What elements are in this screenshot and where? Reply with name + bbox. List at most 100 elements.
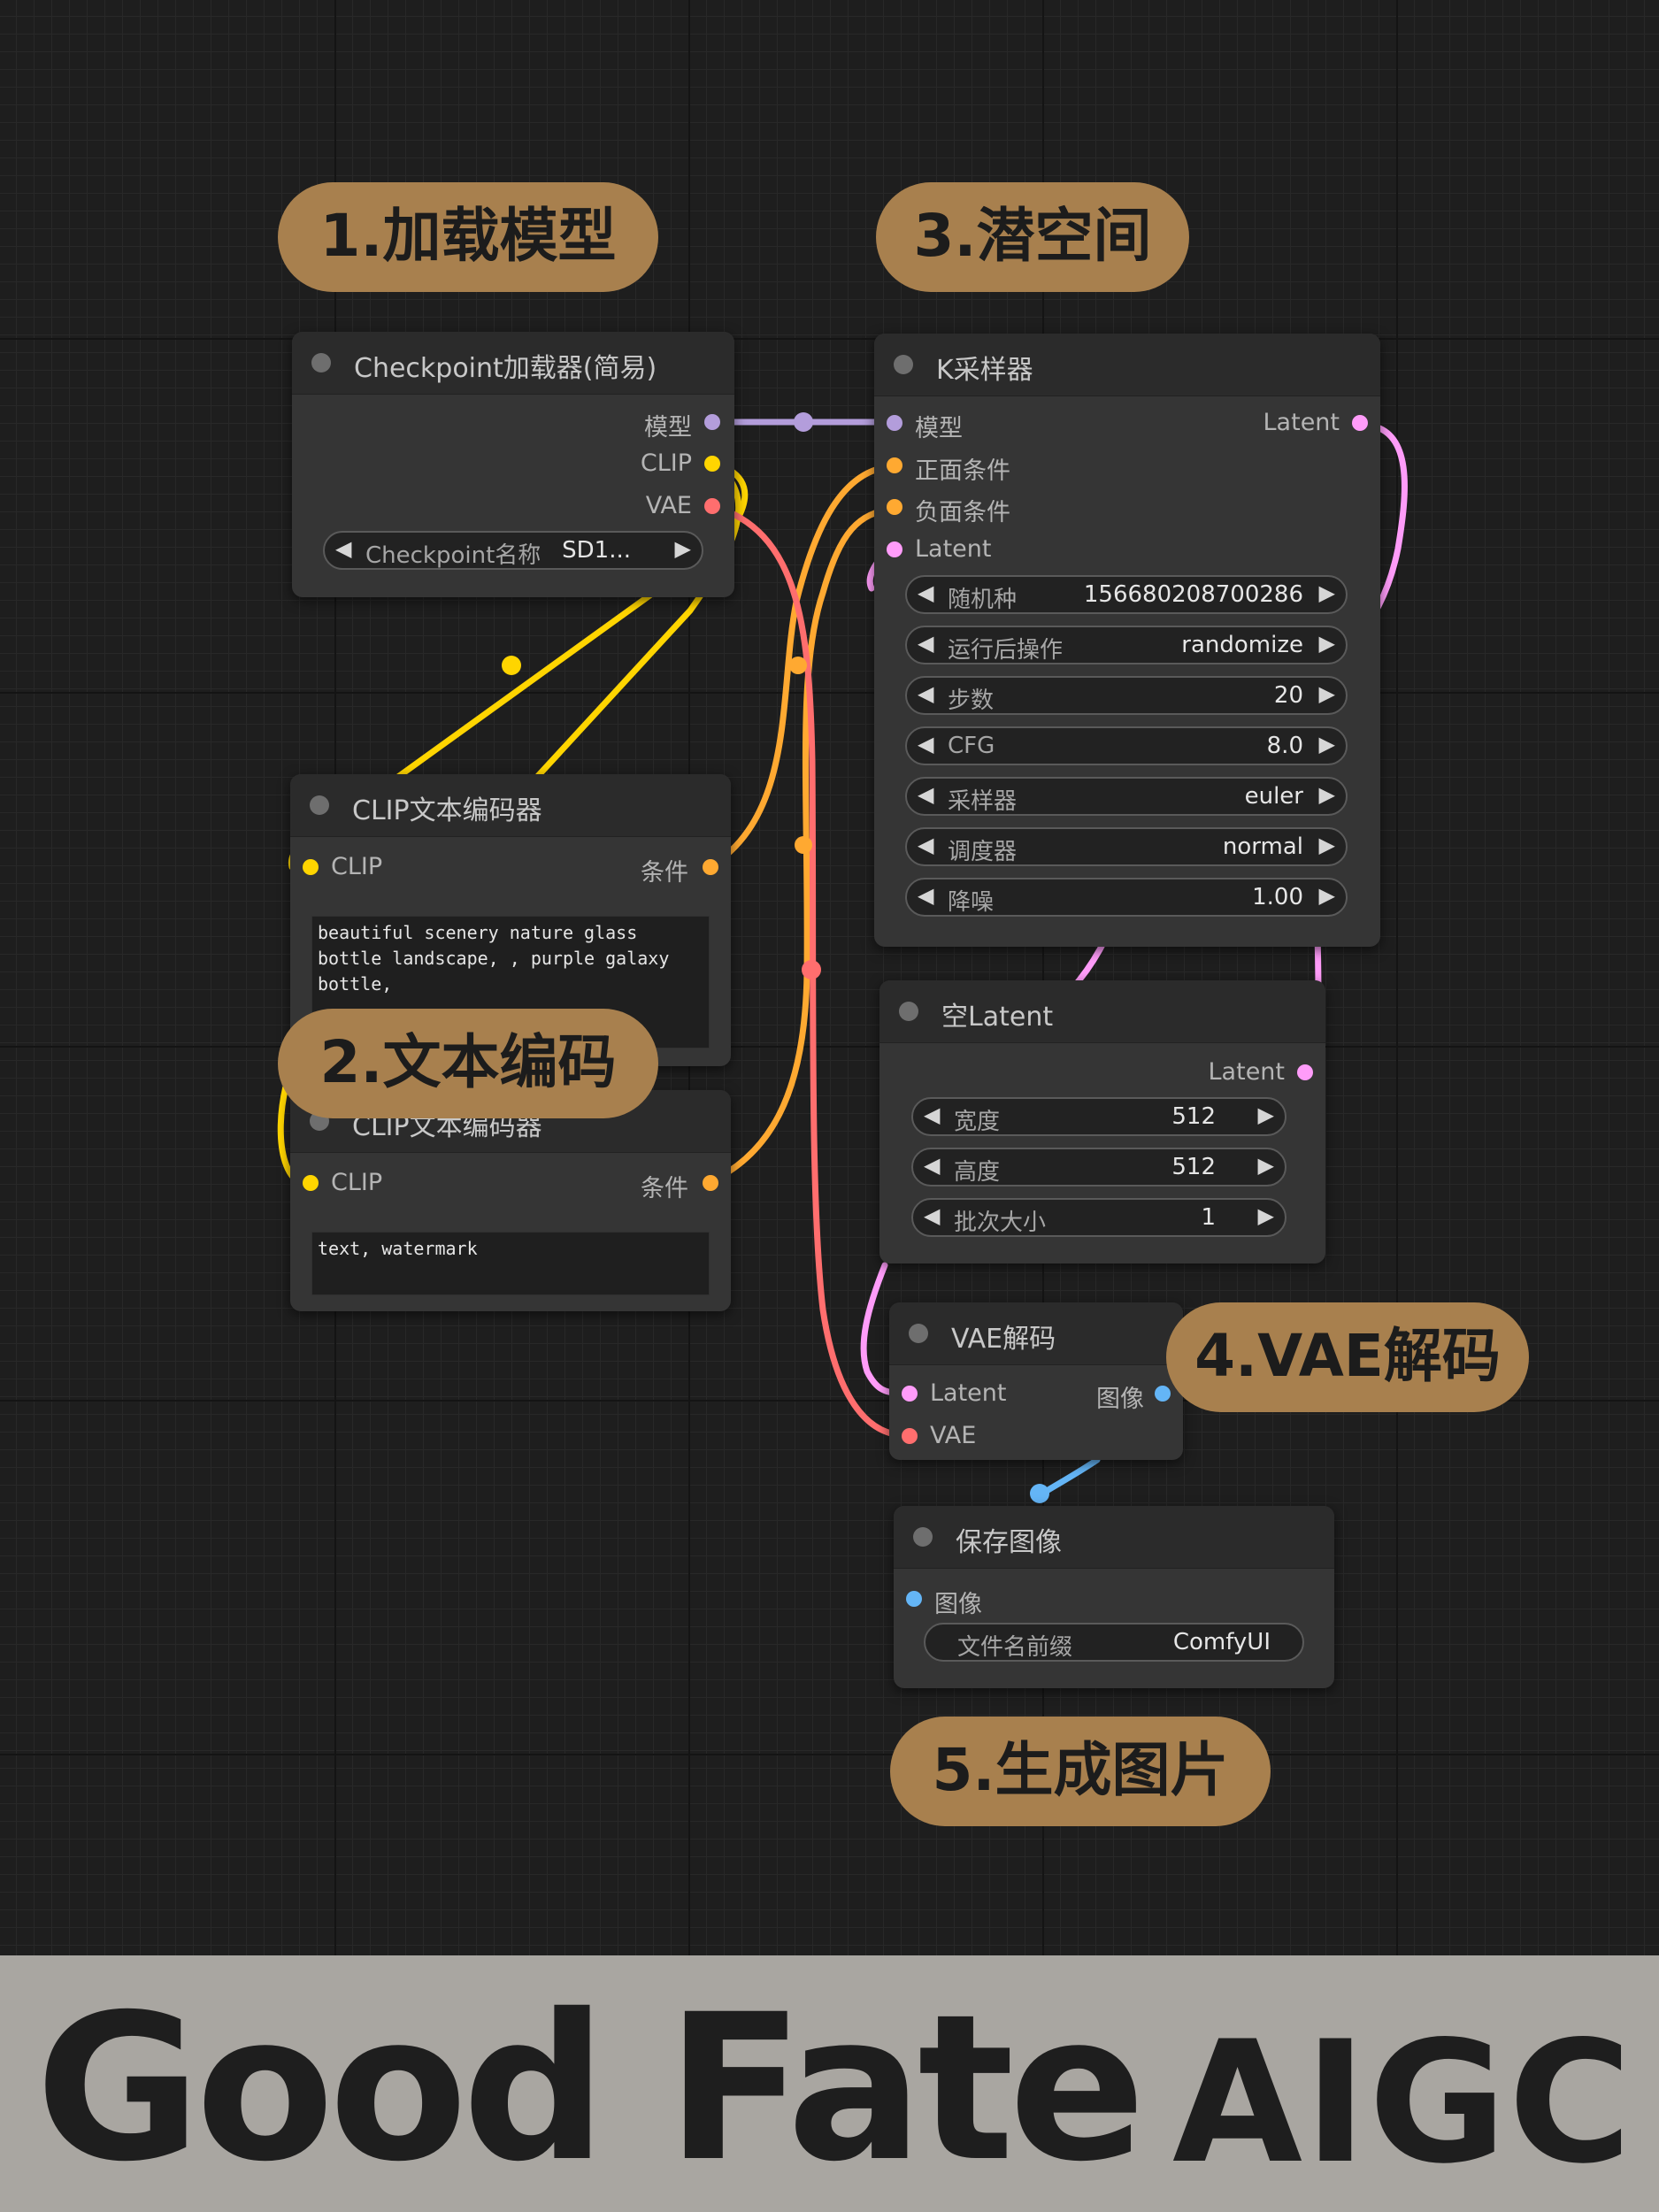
input-label-clip: CLIP [331, 853, 383, 880]
collapse-dot-icon[interactable] [894, 355, 913, 374]
arrow-left-icon[interactable]: ◀ [918, 732, 933, 757]
output-slot-model-icon[interactable] [704, 414, 720, 430]
output-slot-conditioning-icon[interactable] [703, 1175, 718, 1191]
save-image-node[interactable]: 保存图像 图像 文件名前缀 ComfyUI [894, 1506, 1334, 1688]
collapse-dot-icon[interactable] [909, 1324, 928, 1343]
empty-latent-node[interactable]: 空Latent Latent ◀ 宽度 512 ▶ ◀ 高度 512 ▶ ◀ 批… [879, 980, 1325, 1263]
node-header[interactable]: VAE解码 [889, 1302, 1183, 1365]
sampler-widget[interactable]: ◀ 采样器 euler ▶ [905, 777, 1348, 816]
widget-name: 批次大小 [954, 1210, 1047, 1236]
node-header[interactable]: CLIP文本编码器 [290, 774, 731, 837]
arrow-left-icon[interactable]: ◀ [924, 1153, 940, 1178]
arrow-right-icon[interactable]: ▶ [1319, 782, 1335, 807]
output-label-latent: Latent [1208, 1058, 1285, 1086]
steps-widget[interactable]: ◀ 步数 20 ▶ [905, 676, 1348, 715]
filename-prefix-field[interactable]: 文件名前缀 ComfyUI [924, 1623, 1304, 1662]
widget-value: 1 [1201, 1204, 1216, 1231]
arrow-right-icon[interactable]: ▶ [1319, 833, 1335, 857]
arrow-left-icon[interactable]: ◀ [918, 631, 933, 656]
widget-value: 512 [1171, 1103, 1216, 1130]
step-badge-generate-image: 5.生成图片 [890, 1717, 1271, 1826]
checkpoint-name-combo[interactable]: ◀ Checkpoint名称 SD1... ▶ [323, 531, 703, 570]
output-slot-conditioning-icon[interactable] [703, 859, 718, 875]
arrow-right-icon[interactable]: ▶ [1258, 1153, 1274, 1178]
vae-decode-node[interactable]: VAE解码 Latent VAE 图像 [889, 1302, 1183, 1460]
wire-midpoint-image [1030, 1484, 1049, 1503]
input-slot-vae-icon[interactable] [902, 1428, 918, 1444]
width-widget[interactable]: ◀ 宽度 512 ▶ [911, 1097, 1286, 1136]
widget-value: euler [1244, 783, 1303, 810]
wire-midpoint-cond-1 [789, 657, 807, 674]
collapse-dot-icon[interactable] [311, 353, 331, 373]
collapse-dot-icon[interactable] [913, 1527, 933, 1547]
arrow-left-icon[interactable]: ◀ [918, 782, 933, 807]
node-header[interactable]: Checkpoint加载器(简易) [292, 332, 734, 395]
input-slot-clip-icon[interactable] [303, 1175, 319, 1191]
widget-value: 1.00 [1252, 884, 1303, 910]
cfg-widget[interactable]: ◀ CFG 8.0 ▶ [905, 726, 1348, 765]
arrow-right-icon[interactable]: ▶ [1319, 681, 1335, 706]
output-slot-latent-icon[interactable] [1352, 415, 1368, 431]
output-label-conditioning: 条件 [641, 1175, 688, 1202]
input-slot-image-icon[interactable] [906, 1591, 922, 1607]
denoise-widget[interactable]: ◀ 降噪 1.00 ▶ [905, 878, 1348, 917]
arrow-left-icon[interactable]: ◀ [918, 833, 933, 857]
arrow-right-icon[interactable]: ▶ [675, 536, 691, 561]
scheduler-widget[interactable]: ◀ 调度器 normal ▶ [905, 827, 1348, 866]
batch-size-widget[interactable]: ◀ 批次大小 1 ▶ [911, 1198, 1286, 1237]
arrow-left-icon[interactable]: ◀ [918, 681, 933, 706]
input-label-model: 模型 [915, 415, 963, 442]
widget-name: 随机种 [948, 587, 1018, 613]
widget-name: 高度 [954, 1159, 1001, 1186]
arrow-right-icon[interactable]: ▶ [1258, 1203, 1274, 1228]
clip-encoder-negative-node[interactable]: CLIP文本编码器 CLIP 条件 text, watermark [290, 1090, 731, 1311]
step-badge-text-encode: 2.文本编码 [278, 1009, 658, 1118]
widget-name: 文件名前缀 [957, 1634, 1073, 1661]
control-after-generate-widget[interactable]: ◀ 运行后操作 randomize ▶ [905, 626, 1348, 664]
widget-name: CFG [948, 733, 995, 759]
input-label-clip: CLIP [331, 1169, 383, 1196]
collapse-dot-icon[interactable] [310, 795, 329, 815]
output-slot-clip-icon[interactable] [704, 456, 720, 472]
widget-value: 156680208700286 [1083, 581, 1303, 608]
input-slot-latent-icon[interactable] [887, 541, 902, 557]
node-header[interactable]: K采样器 [874, 334, 1380, 396]
collapse-dot-icon[interactable] [899, 1002, 918, 1021]
arrow-right-icon[interactable]: ▶ [1319, 580, 1335, 605]
arrow-right-icon[interactable]: ▶ [1258, 1102, 1274, 1127]
arrow-right-icon[interactable]: ▶ [1319, 883, 1335, 908]
arrow-left-icon[interactable]: ◀ [918, 883, 933, 908]
negative-prompt-textarea[interactable]: text, watermark [311, 1232, 710, 1295]
node-title: 空Latent [941, 1002, 1054, 1033]
output-slot-image-icon[interactable] [1155, 1386, 1171, 1402]
wire-midpoint-clip [502, 656, 521, 675]
output-label-image: 图像 [1096, 1386, 1144, 1413]
input-label-negative: 负面条件 [915, 499, 1010, 526]
input-label-vae: VAE [930, 1422, 977, 1449]
input-slot-clip-icon[interactable] [303, 859, 319, 875]
arrow-left-icon[interactable]: ◀ [924, 1203, 940, 1228]
arrow-right-icon[interactable]: ▶ [1319, 732, 1335, 757]
input-label-image: 图像 [934, 1591, 982, 1618]
input-slot-negative-icon[interactable] [887, 499, 902, 515]
arrow-right-icon[interactable]: ▶ [1319, 631, 1335, 656]
input-slot-latent-icon[interactable] [902, 1386, 918, 1402]
seed-widget[interactable]: ◀ 随机种 156680208700286 ▶ [905, 575, 1348, 614]
arrow-left-icon[interactable]: ◀ [924, 1102, 940, 1127]
output-slot-latent-icon[interactable] [1297, 1064, 1313, 1080]
node-header[interactable]: 保存图像 [894, 1506, 1334, 1569]
widget-value: 512 [1171, 1154, 1216, 1180]
node-title: VAE解码 [951, 1324, 1056, 1355]
arrow-left-icon[interactable]: ◀ [335, 536, 351, 561]
widget-value: randomize [1181, 632, 1303, 658]
output-slot-vae-icon[interactable] [704, 498, 720, 514]
input-slot-positive-icon[interactable] [887, 457, 902, 473]
arrow-left-icon[interactable]: ◀ [918, 580, 933, 605]
step-badge-vae-decode: 4.VAE解码 [1166, 1302, 1529, 1412]
input-slot-model-icon[interactable] [887, 415, 902, 431]
ksampler-node[interactable]: K采样器 模型 正面条件 负面条件 Latent Latent ◀ 随机种 15… [874, 334, 1380, 947]
height-widget[interactable]: ◀ 高度 512 ▶ [911, 1148, 1286, 1187]
node-header[interactable]: 空Latent [879, 980, 1325, 1043]
step-badge-latent-space: 3.潜空间 [876, 182, 1189, 292]
checkpoint-loader-node[interactable]: Checkpoint加载器(简易) 模型 CLIP VAE ◀ Checkpoi… [292, 332, 734, 597]
